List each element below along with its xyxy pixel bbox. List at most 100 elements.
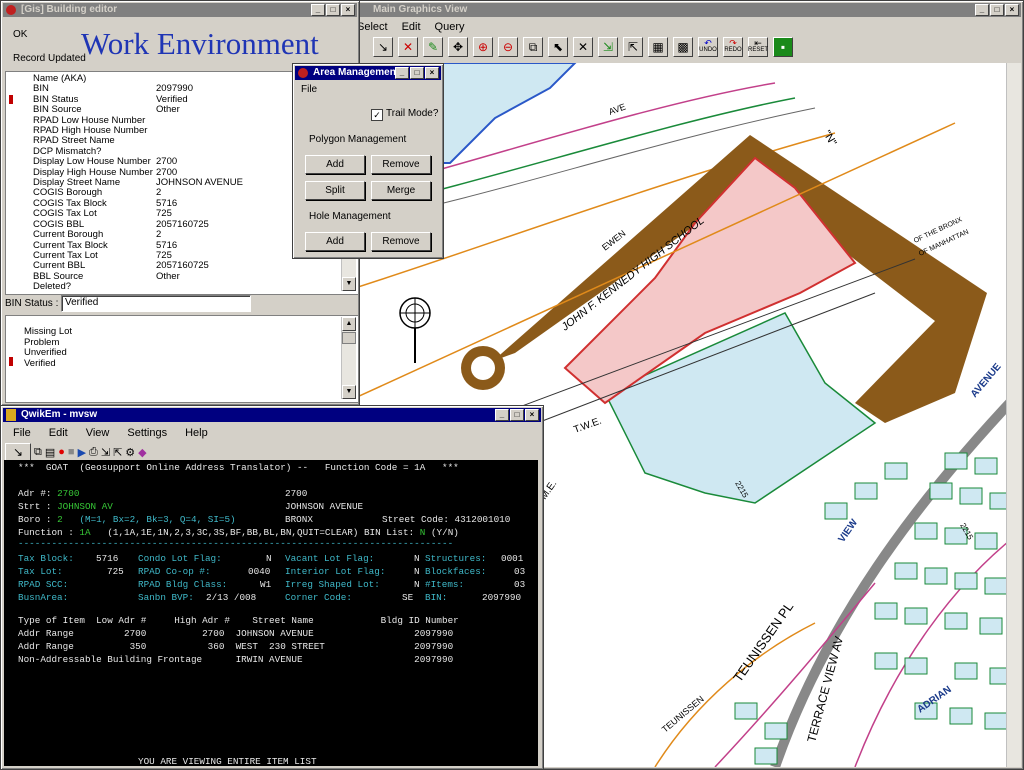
- scroll-down-arrow-icon[interactable]: ▼: [342, 277, 356, 291]
- connect-icon[interactable]: ↘: [5, 443, 31, 461]
- app-icon: [6, 5, 16, 15]
- stop-icon[interactable]: ■: [68, 446, 75, 458]
- status-options-scrollbar[interactable]: ▲ ▼: [341, 317, 356, 399]
- maximize-button[interactable]: □: [410, 67, 424, 79]
- pan-tool-icon[interactable]: ✥: [448, 37, 468, 57]
- import-tool-icon[interactable]: ⇲: [598, 37, 618, 57]
- property-row[interactable]: Current Borough 2: [33, 229, 243, 240]
- minimize-button[interactable]: _: [975, 4, 989, 16]
- menu-view[interactable]: View: [84, 425, 112, 441]
- reset-button[interactable]: ⇤ RESET: [748, 37, 768, 57]
- term-blockfaces: 03: [514, 566, 526, 577]
- option-verified[interactable]: Verified: [24, 358, 72, 370]
- term-row-1[interactable]: Addr Range 2700 2700 JOHNSON AVENUE 2097…: [18, 628, 453, 641]
- record-icon[interactable]: ●: [58, 446, 65, 458]
- menu-edit[interactable]: Edit: [47, 425, 70, 441]
- option-missing-lot[interactable]: Missing Lot: [24, 326, 72, 338]
- play-icon[interactable]: ▶: [78, 446, 86, 459]
- redo-button[interactable]: ↷ REDO: [723, 37, 743, 57]
- menu-file[interactable]: File: [11, 425, 33, 441]
- qwikem-titlebar[interactable]: QwikEm - mvsw _ □ ×: [3, 408, 541, 422]
- map-vscroll[interactable]: [1006, 63, 1021, 767]
- term-irreg: N: [414, 579, 420, 590]
- redo-label: REDO: [724, 47, 742, 53]
- polygon-merge-button[interactable]: Merge: [371, 181, 431, 200]
- receive-icon[interactable]: ⇱: [113, 446, 122, 459]
- print-icon[interactable]: ⎙: [89, 446, 98, 459]
- polygon-remove-button[interactable]: Remove: [371, 155, 431, 174]
- scroll-down-arrow-icon[interactable]: ▼: [342, 385, 356, 399]
- bin-status-label: BIN Status :: [5, 298, 59, 309]
- term-coop-label: RPAD Co-op #:: [138, 566, 211, 577]
- menu-query[interactable]: Query: [433, 19, 467, 35]
- hole-remove-button[interactable]: Remove: [371, 232, 431, 251]
- close-button[interactable]: ×: [525, 409, 539, 421]
- term-busn-label: BusnArea:: [18, 592, 69, 603]
- hole-management-heading: Hole Management: [309, 211, 391, 222]
- minimize-button[interactable]: _: [495, 409, 509, 421]
- option-unverified[interactable]: Unverified: [24, 347, 72, 359]
- paste-icon[interactable]: ▤: [45, 446, 55, 459]
- term-footer: YOU ARE VIEWING ENTIRE ITEM LIST: [138, 756, 317, 766]
- menu-file[interactable]: File: [301, 84, 317, 95]
- zoom-in-icon[interactable]: ⊕: [473, 37, 493, 57]
- term-structures-label: Structures:: [425, 553, 487, 564]
- property-row[interactable]: Name (AKA): [33, 73, 243, 84]
- term-adr-value[interactable]: 2700: [57, 488, 79, 499]
- terminal-screen[interactable]: *** GOAT (Geosupport Online Address Tran…: [4, 460, 538, 766]
- building-editor-titlebar[interactable]: [Gis] Building editor _ □ ×: [3, 3, 357, 17]
- main-graphics-titlebar[interactable]: Main Graphics View _ □ ×: [355, 3, 1021, 17]
- undo-button[interactable]: ↶ UNDO: [698, 37, 718, 57]
- close-tool-icon[interactable]: ✕: [573, 37, 593, 57]
- term-yn: (Y/N): [430, 527, 459, 538]
- area-management-titlebar[interactable]: Area Management _ □ ×: [295, 66, 441, 80]
- menu-select[interactable]: Select: [355, 19, 390, 35]
- maximize-button[interactable]: □: [990, 4, 1004, 16]
- menu-edit[interactable]: Edit: [400, 19, 423, 35]
- status-ok: OK: [13, 29, 28, 40]
- copy-icon[interactable]: ⧉: [34, 446, 42, 459]
- draw-tool-icon[interactable]: ✎: [423, 37, 443, 57]
- area-management-title: Area Management: [313, 67, 400, 78]
- close-button[interactable]: ×: [341, 4, 355, 16]
- close-button[interactable]: ×: [425, 67, 439, 79]
- term-boro-value[interactable]: 2: [57, 514, 63, 525]
- maximize-button[interactable]: □: [510, 409, 524, 421]
- property-row[interactable]: Deleted?: [33, 281, 243, 292]
- minimize-button[interactable]: _: [395, 67, 409, 79]
- term-bin-list[interactable]: N: [420, 527, 426, 538]
- menu-settings[interactable]: Settings: [125, 425, 169, 441]
- select-tool-icon[interactable]: ↘: [373, 37, 393, 57]
- menu-help[interactable]: Help: [183, 425, 210, 441]
- settings-icon[interactable]: ⚙: [125, 446, 135, 459]
- save-tool-icon[interactable]: ▪: [773, 37, 793, 57]
- term-interior: N: [414, 566, 420, 577]
- maximize-button[interactable]: □: [326, 4, 340, 16]
- layer2-tool-icon[interactable]: ▩: [673, 37, 693, 57]
- send-icon[interactable]: ⇲: [101, 446, 110, 459]
- copy-tool-icon[interactable]: ⧉: [523, 37, 543, 57]
- bin-status-field[interactable]: Verified: [61, 295, 251, 312]
- layer-tool-icon[interactable]: ▦: [648, 37, 668, 57]
- export-tool-icon[interactable]: ⇱: [623, 37, 643, 57]
- term-strt-value[interactable]: JOHNSON AV: [57, 501, 113, 512]
- trail-mode-checkbox[interactable]: ✓: [371, 109, 383, 121]
- scroll-thumb[interactable]: [342, 332, 356, 344]
- term-table-header: Type of Item Low Adr # High Adr # Street…: [18, 615, 459, 626]
- zoom-out-icon[interactable]: ⊖: [498, 37, 518, 57]
- delete-tool-icon[interactable]: ✕: [398, 37, 418, 57]
- term-street-code: Street Code: 4312001010: [382, 514, 511, 525]
- term-strt-label: Strt :: [18, 501, 52, 512]
- scroll-up-arrow-icon[interactable]: ▲: [342, 317, 356, 331]
- close-button[interactable]: ×: [1005, 4, 1019, 16]
- term-row-3[interactable]: Non-Addressable Building Frontage IRWIN …: [18, 654, 453, 667]
- qwikem-title: QwikEm - mvsw: [21, 409, 98, 420]
- pointer-tool-icon[interactable]: ⬉: [548, 37, 568, 57]
- polygon-split-button[interactable]: Split: [305, 181, 365, 200]
- polygon-add-button[interactable]: Add: [305, 155, 365, 174]
- hole-add-button[interactable]: Add: [305, 232, 365, 251]
- minimize-button[interactable]: _: [311, 4, 325, 16]
- term-func-value[interactable]: 1A: [79, 527, 90, 538]
- term-row-2[interactable]: Addr Range 350 360 WEST 230 STREET 20979…: [18, 641, 453, 654]
- macro-icon[interactable]: ◆: [138, 446, 146, 459]
